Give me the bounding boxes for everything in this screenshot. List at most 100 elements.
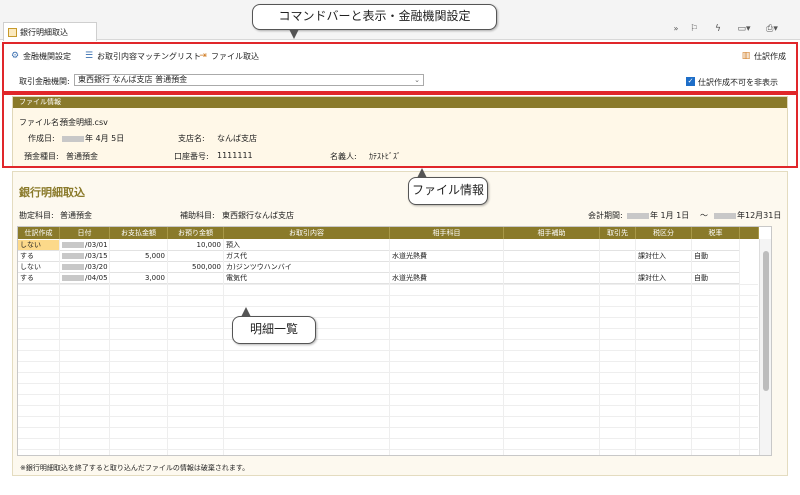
table-cell-counter-sub[interactable] <box>504 273 600 284</box>
table-cell-deposit[interactable]: 10,000 <box>168 240 224 251</box>
table-cell-counter-account[interactable] <box>390 240 504 251</box>
grid-line <box>18 295 758 296</box>
table-cell-counter-account[interactable]: 水道光熱費 <box>390 251 504 262</box>
period-separator: 〜 <box>700 211 708 220</box>
grid-column-line <box>739 239 740 455</box>
table-cell-date[interactable]: /03/20 <box>60 262 110 273</box>
overflow-icon[interactable]: » <box>670 22 682 36</box>
vertical-scrollbar[interactable] <box>759 239 771 455</box>
grid-line <box>18 306 758 307</box>
column-header-tax-rate[interactable]: 税率 <box>692 227 740 239</box>
table-cell-journal[interactable]: する <box>18 273 60 284</box>
tab-label: 銀行明細取込 <box>20 28 68 37</box>
lightning-icon[interactable]: ϟ <box>711 22 725 36</box>
table-cell-description[interactable]: 預入 <box>224 240 390 251</box>
column-header-counter-sub[interactable]: 相手補助 <box>504 227 600 239</box>
redacted-year <box>62 264 84 270</box>
account-value: 普通預金 <box>60 211 92 220</box>
column-header-filler <box>740 227 759 239</box>
table-cell-tax-rate[interactable]: 自動 <box>692 251 740 262</box>
table-cell-payment[interactable] <box>110 240 168 251</box>
grid-column-line <box>389 239 390 455</box>
detail-table: 仕訳作成 日付 お支払金額 お預り金額 お取引内容 相手科目 相手補助 取引先 税区分 税率しない… <box>17 226 772 456</box>
table-cell-description[interactable]: ガス代 <box>224 251 390 262</box>
table-cell-tax-rate[interactable] <box>692 240 740 251</box>
table-cell-tax-rate[interactable] <box>692 262 740 273</box>
table-cell-tax-class[interactable]: 課対仕入 <box>636 251 692 262</box>
grid-line <box>18 328 758 329</box>
grid-column-line <box>109 239 110 455</box>
redacted-year <box>62 253 84 259</box>
grid-line <box>18 438 758 439</box>
print-icon[interactable]: ⎙▾ <box>762 22 782 36</box>
table-cell-payment[interactable] <box>110 262 168 273</box>
table-cell-partner[interactable] <box>600 251 636 262</box>
column-header-tax-class[interactable]: 税区分 <box>636 227 692 239</box>
table-cell-counter-account[interactable]: 水道光熱費 <box>390 273 504 284</box>
grid-line <box>18 394 758 395</box>
grid-line <box>18 383 758 384</box>
table-cell-tax-class[interactable] <box>636 262 692 273</box>
table-cell-counter-sub[interactable] <box>504 251 600 262</box>
table-cell-date[interactable]: /04/05 <box>60 273 110 284</box>
table-cell-description[interactable]: カ)ジンツウハンバイ <box>224 262 390 273</box>
grid-column-line <box>503 239 504 455</box>
table-cell-payment[interactable]: 3,000 <box>110 273 168 284</box>
redacted-year <box>714 212 736 219</box>
grid-column-line <box>691 239 692 455</box>
table-cell-partner[interactable] <box>600 240 636 251</box>
bookmark-icon[interactable]: ⚐ <box>687 22 701 36</box>
redacted-year <box>62 275 84 281</box>
grid-column-line <box>223 239 224 455</box>
redacted-year <box>62 242 84 248</box>
redacted-year <box>627 212 649 219</box>
column-header-description[interactable]: お取引内容 <box>224 227 390 239</box>
table-cell-journal[interactable]: する <box>18 251 60 262</box>
grid-line <box>18 284 758 285</box>
table-cell-deposit[interactable] <box>168 273 224 284</box>
column-header-date[interactable]: 日付 <box>60 227 110 239</box>
highlight-command-bar <box>2 42 798 93</box>
column-header-partner[interactable]: 取引先 <box>600 227 636 239</box>
table-cell-counter-account[interactable] <box>390 262 504 273</box>
table-cell-date[interactable]: /03/15 <box>60 251 110 262</box>
grid-line <box>18 405 758 406</box>
table-cell-payment[interactable]: 5,000 <box>110 251 168 262</box>
column-header-deposit[interactable]: お預り金額 <box>168 227 224 239</box>
table-cell-tax-class[interactable] <box>636 240 692 251</box>
table-cell-journal[interactable]: しない <box>18 262 60 273</box>
footnote: ※銀行明細取込を終了すると取り込んだファイルの情報は破棄されます。 <box>20 464 250 472</box>
period-end: 年12月31日 <box>714 210 781 221</box>
callout-command-bar: コマンドバーと表示・金融機関設定 <box>252 4 497 39</box>
table-cell-counter-sub[interactable] <box>504 262 600 273</box>
table-cell-description[interactable]: 電気代 <box>224 273 390 284</box>
table-cell-date[interactable]: /03/01 <box>60 240 110 251</box>
table-cell-deposit[interactable] <box>168 251 224 262</box>
callout-detail-list: 明細一覧 <box>232 307 316 344</box>
grid-line <box>18 427 758 428</box>
highlight-file-info <box>2 93 798 168</box>
table-cell-counter-sub[interactable] <box>504 240 600 251</box>
sub-account-value: 東西銀行なんば支店 <box>222 211 294 220</box>
tab-bank-import[interactable]: 銀行明細取込 <box>3 22 97 41</box>
table-cell-tax-rate[interactable]: 自動 <box>692 273 740 284</box>
scrollbar-thumb[interactable] <box>763 251 769 391</box>
grid-line <box>18 350 758 351</box>
table-cell-partner[interactable] <box>600 273 636 284</box>
grid-column-line <box>167 239 168 455</box>
table-cell-tax-class[interactable]: 課対仕入 <box>636 273 692 284</box>
grid-column-line <box>599 239 600 455</box>
sub-account-label: 補助科目: <box>180 211 215 220</box>
table-cell-partner[interactable] <box>600 262 636 273</box>
column-header-counter-account[interactable]: 相手科目 <box>390 227 504 239</box>
account-label: 勘定科目: <box>19 211 54 220</box>
grid-line <box>18 317 758 318</box>
table-cell-journal[interactable]: しない <box>18 240 60 251</box>
column-header-journal[interactable]: 仕訳作成 <box>18 227 60 239</box>
window-icon[interactable]: ▭▾ <box>734 22 754 36</box>
period-start: 年 1月 1日 <box>627 210 689 221</box>
column-header-payment[interactable]: お支払金額 <box>110 227 168 239</box>
table-cell-deposit[interactable]: 500,000 <box>168 262 224 273</box>
grid-column-line <box>59 239 60 455</box>
period-label: 会計期間: <box>588 211 623 220</box>
